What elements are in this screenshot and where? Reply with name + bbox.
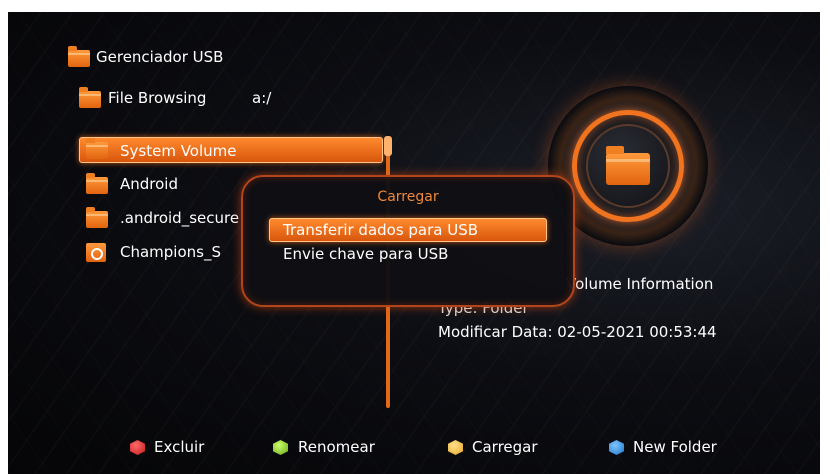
scrollbar-thumb[interactable] bbox=[384, 136, 392, 156]
renomear-label[interactable]: Renomear bbox=[298, 438, 375, 456]
list-item-champions[interactable]: Champions_S bbox=[120, 243, 221, 261]
new-folder-label[interactable]: New Folder bbox=[633, 438, 717, 456]
blue-key-icon bbox=[609, 440, 624, 455]
folder-icon bbox=[68, 46, 90, 67]
excluir-label[interactable]: Excluir bbox=[154, 438, 204, 456]
item-name: Volume Information bbox=[566, 275, 714, 293]
item-modified-date: Modificar Data: 02-05-2021 00:53:44 bbox=[438, 323, 717, 341]
folder-icon bbox=[86, 138, 108, 159]
dialog-option-envie-chave[interactable]: Envie chave para USB bbox=[283, 245, 448, 263]
page-title: Gerenciador USB bbox=[96, 48, 224, 66]
green-key-icon bbox=[273, 440, 288, 455]
list-item-android-secure[interactable]: .android_secure bbox=[120, 209, 239, 227]
media-file-icon bbox=[86, 243, 106, 262]
yellow-key-icon bbox=[448, 440, 463, 455]
red-key-icon bbox=[130, 440, 145, 455]
list-item-android[interactable]: Android bbox=[120, 175, 178, 193]
carregar-dialog: Carregar Transferir dados para USB Envie… bbox=[241, 175, 575, 307]
current-path: a:/ bbox=[252, 89, 272, 107]
folder-icon bbox=[606, 146, 650, 185]
dialog-option-transferir[interactable]: Transferir dados para USB bbox=[283, 221, 478, 239]
carregar-label[interactable]: Carregar bbox=[472, 438, 538, 456]
file-browsing-label: File Browsing bbox=[108, 89, 207, 107]
folder-icon bbox=[86, 173, 108, 194]
folder-icon bbox=[79, 87, 101, 108]
usb-manager-screen: Gerenciador USB File Browsing a:/ System… bbox=[8, 12, 820, 474]
list-item-system-volume[interactable]: System Volume bbox=[120, 142, 237, 160]
folder-icon bbox=[86, 207, 108, 228]
dialog-title: Carregar bbox=[377, 189, 439, 205]
